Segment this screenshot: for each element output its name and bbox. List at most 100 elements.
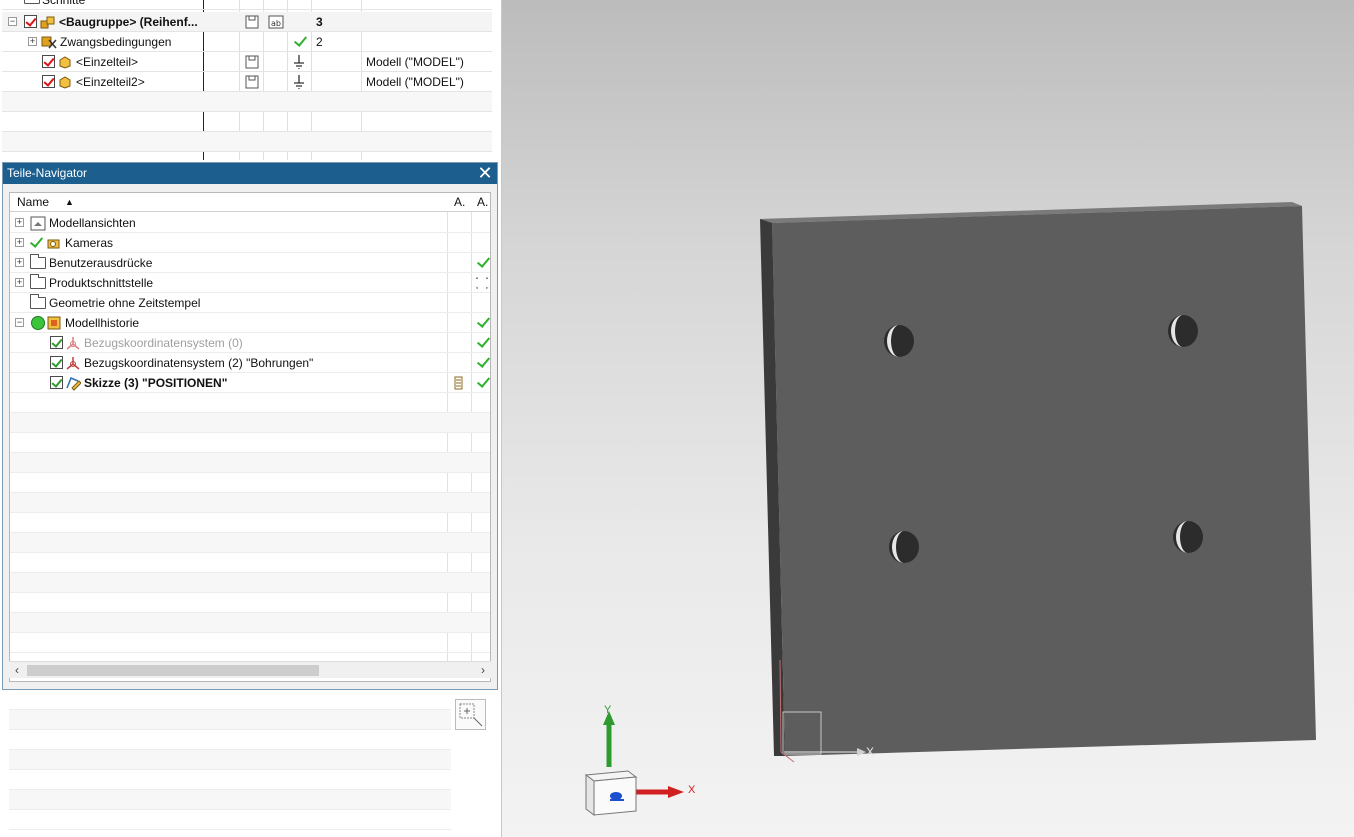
- triad-y-label: Y: [604, 704, 612, 716]
- constraints-icon: [41, 36, 57, 49]
- tree-row-skizze[interactable]: Skizze (3) "POSITIONEN": [10, 373, 490, 393]
- part-navigator-panel[interactable]: Teile-Navigator ✕ Name ▲ A. A. + Modella…: [2, 162, 498, 690]
- view-triad[interactable]: [580, 705, 700, 820]
- model-views-icon: [30, 216, 46, 231]
- visibility-checkbox[interactable]: [42, 55, 55, 68]
- tree-row-produktschnittstelle[interactable]: + Produktschnittstelle: [10, 273, 490, 293]
- expand-icon[interactable]: +: [15, 258, 24, 267]
- reference-set: Modell ("MODEL"): [366, 55, 464, 69]
- scrollbar-thumb[interactable]: [27, 665, 319, 676]
- status-ok-icon: [477, 336, 489, 348]
- horizontal-scrollbar[interactable]: ‹ ›: [9, 661, 491, 678]
- tree-row-label: Bezugskoordinatensystem (0): [84, 336, 243, 350]
- hole[interactable]: [884, 325, 914, 357]
- empty-row: [10, 473, 490, 493]
- empty-row: [9, 750, 451, 770]
- folder-icon: [24, 0, 40, 4]
- empty-row: [10, 453, 490, 473]
- dependency-icon: [454, 376, 463, 390]
- asm-row-einzelteil[interactable]: <Einzelteil> Modell ("MODEL"): [2, 52, 492, 72]
- empty-row: [10, 553, 490, 573]
- status-ok-icon: [477, 316, 489, 328]
- empty-row: [9, 710, 451, 730]
- asm-row-label: <Einzelteil>: [76, 55, 139, 69]
- sketch-icon: [66, 377, 81, 391]
- sort-ascending-icon: ▲: [65, 197, 74, 207]
- asm-row-label: Zwangsbedingungen: [60, 35, 172, 49]
- part-icon: [59, 76, 71, 89]
- part-icon: [59, 56, 71, 69]
- asm-row-constraints[interactable]: + Zwangsbedingungen 2: [2, 32, 492, 52]
- tree-row-benutzerausdruecke[interactable]: + Benutzerausdrücke: [10, 253, 490, 273]
- expand-icon[interactable]: +: [15, 218, 24, 227]
- empty-row: [10, 513, 490, 533]
- close-icon[interactable]: ✕: [477, 163, 493, 184]
- column-name-header[interactable]: Name: [17, 193, 49, 212]
- tree-row-label: Modellansichten: [49, 216, 136, 230]
- asm-row-schnitte[interactable]: Schnitte: [2, 0, 492, 10]
- broken-link-icon: [475, 277, 489, 289]
- tree-row-geometrie[interactable]: Geometrie ohne Zeitstempel: [10, 293, 490, 313]
- tree-row-label: Geometrie ohne Zeitstempel: [49, 296, 201, 310]
- fixed-ground-icon: [294, 75, 304, 89]
- graphics-window[interactable]: X Y X: [502, 0, 1354, 837]
- empty-row: [2, 112, 492, 132]
- visibility-checkbox[interactable]: [24, 15, 37, 28]
- lower-details-grid: [9, 690, 451, 837]
- visibility-checkbox[interactable]: [50, 376, 63, 389]
- empty-row: [10, 613, 490, 633]
- tree-row-label: Produktschnittstelle: [49, 276, 154, 290]
- hole[interactable]: [1168, 315, 1198, 347]
- assembly-navigator: Schnitte − <Baugruppe> (Reihenf... ab 3 …: [2, 0, 492, 160]
- collapse-icon[interactable]: −: [8, 17, 17, 26]
- folder-icon: [30, 254, 46, 269]
- save-icon: [245, 75, 259, 89]
- empty-row: [10, 533, 490, 553]
- asm-row-einzelteil2[interactable]: <Einzelteil2> Modell ("MODEL"): [2, 72, 492, 92]
- empty-row: [2, 92, 492, 112]
- empty-row: [10, 433, 490, 453]
- expand-icon[interactable]: +: [28, 37, 37, 46]
- tree-row-label: Modellhistorie: [65, 316, 140, 330]
- column-header-3[interactable]: A.: [477, 193, 488, 212]
- empty-row: [10, 593, 490, 613]
- triad-x-label: X: [688, 784, 696, 796]
- expand-icon[interactable]: +: [15, 238, 24, 247]
- expand-icon[interactable]: +: [15, 278, 24, 287]
- scroll-left-icon[interactable]: ‹: [9, 662, 25, 679]
- hole[interactable]: [889, 531, 919, 563]
- visibility-checkbox[interactable]: [42, 75, 55, 88]
- history-mode-icon: [31, 316, 61, 330]
- visibility-checkbox[interactable]: [50, 356, 63, 369]
- scroll-right-icon[interactable]: ›: [475, 662, 491, 679]
- empty-row: [2, 132, 492, 152]
- part-navigator-tree[interactable]: Name ▲ A. A. + Modellansichten + Kameras…: [9, 192, 491, 682]
- asm-row-baugruppe[interactable]: − <Baugruppe> (Reihenf... ab 3: [2, 12, 492, 32]
- reference-set: Modell ("MODEL"): [366, 75, 464, 89]
- tree-row-csys-0[interactable]: Bezugskoordinatensystem (0): [10, 333, 490, 353]
- datum-csys-icon: [66, 357, 80, 370]
- asm-row-label: Schnitte: [42, 0, 86, 7]
- tree-row-modellhistorie[interactable]: − Modellhistorie: [10, 313, 490, 333]
- empty-row: [9, 770, 451, 790]
- camera-icon: [47, 239, 60, 249]
- rename-icon: ab: [268, 15, 284, 29]
- save-icon: [245, 55, 259, 69]
- assembly-icon: [40, 16, 55, 29]
- tree-row-csys-2[interactable]: Bezugskoordinatensystem (2) "Bohrungen": [10, 353, 490, 373]
- collapse-icon[interactable]: −: [15, 318, 24, 327]
- asm-row-label: <Einzelteil2>: [76, 75, 145, 89]
- tree-row-modellansichten[interactable]: + Modellansichten: [10, 213, 490, 233]
- hole[interactable]: [1173, 521, 1203, 553]
- visibility-checkbox[interactable]: [50, 336, 63, 349]
- tree-row-label: Benutzerausdrücke: [49, 256, 153, 270]
- plate-front-face[interactable]: [772, 206, 1316, 756]
- fixed-ground-icon: [294, 55, 304, 69]
- component-count: 3: [316, 15, 323, 29]
- folder-icon: [30, 294, 46, 309]
- zoom-fit-button[interactable]: [455, 699, 486, 730]
- column-header-2[interactable]: A.: [454, 193, 465, 212]
- tree-row-kameras[interactable]: + Kameras: [10, 233, 490, 253]
- panel-title[interactable]: Teile-Navigator: [3, 163, 497, 184]
- save-icon: [245, 15, 259, 29]
